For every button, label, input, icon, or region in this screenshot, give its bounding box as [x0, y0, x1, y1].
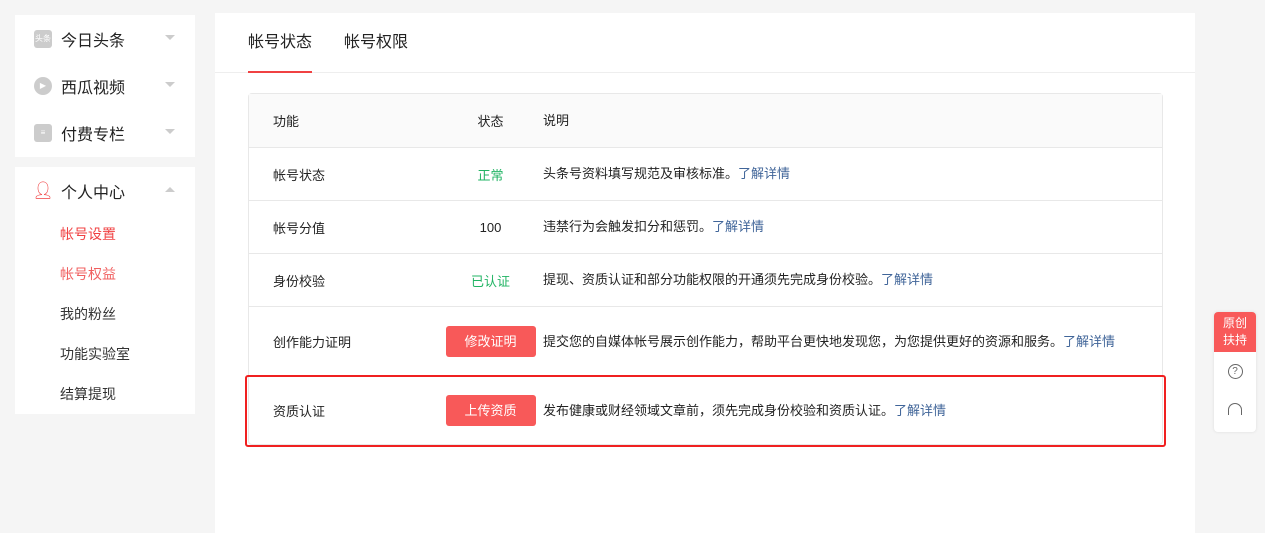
- chevron-down-icon: [165, 35, 175, 40]
- modify-proof-button[interactable]: 修改证明: [445, 326, 536, 357]
- chevron-down-icon: [165, 129, 175, 134]
- row-name: 帐号分值: [273, 220, 326, 236]
- table-header: 功能 状态 说明: [249, 94, 1162, 147]
- sidebar-item-xigua[interactable]: ▶ 西瓜视频: [15, 62, 195, 109]
- status-badge: 正常: [477, 167, 504, 183]
- description-text: 提现、资质认证和部分功能权限的开通须先完成身份校验。: [543, 272, 882, 287]
- row-name: 创作能力证明: [273, 335, 352, 350]
- chevron-down-icon: [165, 82, 175, 87]
- sidebar-item-account-settings[interactable]: 帐号设置: [15, 214, 195, 254]
- table-row: 帐号状态 正常 头条号资料填写规范及审核标准。了解详情: [249, 147, 1162, 200]
- chevron-up-icon: [165, 187, 175, 192]
- learn-more-link[interactable]: 了解详情: [712, 219, 764, 234]
- row-description: 违禁行为会触发扣分和惩罚。了解详情: [543, 217, 1162, 237]
- toutiao-icon: 头条: [34, 29, 52, 48]
- sidebar-item-label: 个人中心: [61, 184, 126, 202]
- row-description: 提现、资质认证和部分功能权限的开通须先完成身份校验。了解详情: [543, 270, 1162, 290]
- sidebar-item-toutiao[interactable]: 头条 今日头条: [15, 15, 195, 62]
- help-icon[interactable]: ?: [1214, 352, 1256, 390]
- tab-bar: 帐号状态 帐号权限: [215, 13, 1195, 73]
- header-description: 说明: [543, 112, 570, 128]
- row-description: 提交您的自媒体帐号展示创作能力，帮助平台更快地发现您，为您提供更好的资源和服务。…: [543, 332, 1162, 352]
- video-icon: ▶: [34, 76, 52, 95]
- sidebar-item-paid-column[interactable]: ≡ 付费专栏: [15, 109, 195, 156]
- row-name: 身份校验: [273, 273, 326, 289]
- learn-more-link[interactable]: 了解详情: [881, 272, 933, 287]
- sidebar-personal: 👤︎ 个人中心 帐号设置 帐号权益 我的粉丝 功能实验室 结算提现: [15, 167, 195, 414]
- description-text: 违禁行为会触发扣分和惩罚。: [543, 219, 713, 234]
- row-description: 头条号资料填写规范及审核标准。了解详情: [543, 164, 1162, 184]
- table-row: 创作能力证明 修改证明 提交您的自媒体帐号展示创作能力，帮助平台更快地发现您，为…: [249, 306, 1162, 376]
- learn-more-link[interactable]: 了解详情: [738, 166, 790, 181]
- description-text: 头条号资料填写规范及审核标准。: [543, 166, 739, 181]
- sidebar-item-personal-center[interactable]: 👤︎ 个人中心: [15, 167, 195, 214]
- sidebar-item-label: 今日头条: [61, 32, 126, 50]
- sidebar-item-label: 西瓜视频: [61, 79, 126, 97]
- sidebar-products: 头条 今日头条 ▶ 西瓜视频 ≡ 付费专栏: [15, 15, 195, 157]
- tab-account-status[interactable]: 帐号状态: [248, 13, 313, 73]
- sidebar-item-lab[interactable]: 功能实验室: [15, 334, 195, 374]
- sidebar-item-account-rights[interactable]: 帐号权益: [15, 254, 195, 294]
- header-status: 状态: [477, 114, 504, 129]
- row-name: 帐号状态: [273, 167, 326, 183]
- sidebar-item-withdraw[interactable]: 结算提现: [15, 374, 195, 414]
- document-icon: ≡: [34, 123, 52, 142]
- tab-account-permissions[interactable]: 帐号权限: [344, 13, 408, 73]
- user-icon: 👤︎: [32, 180, 54, 200]
- original-support-button[interactable]: 原创扶持: [1214, 312, 1256, 352]
- table-row: 帐号分值 100 违禁行为会触发扣分和惩罚。了解详情: [249, 200, 1162, 253]
- floating-toolbar: 原创扶持 ?: [1214, 312, 1256, 432]
- highlight-box: [245, 375, 1166, 447]
- score-value: 100: [479, 219, 502, 235]
- headset-icon[interactable]: [1214, 390, 1256, 428]
- sidebar-item-label: 付费专栏: [61, 126, 126, 144]
- status-badge: 已认证: [470, 273, 510, 289]
- table-row: 身份校验 已认证 提现、资质认证和部分功能权限的开通须先完成身份校验。了解详情: [249, 253, 1162, 306]
- learn-more-link[interactable]: 了解详情: [1063, 334, 1115, 349]
- sidebar-item-fans[interactable]: 我的粉丝: [15, 294, 195, 334]
- description-text: 提交您的自媒体帐号展示创作能力，帮助平台更快地发现您，为您提供更好的资源和服务。: [543, 333, 1064, 349]
- header-feature: 功能: [273, 114, 300, 129]
- main-panel: 帐号状态 帐号权限 功能 状态 说明 帐号状态 正常 头条号资料填写规范及审核标…: [215, 13, 1195, 533]
